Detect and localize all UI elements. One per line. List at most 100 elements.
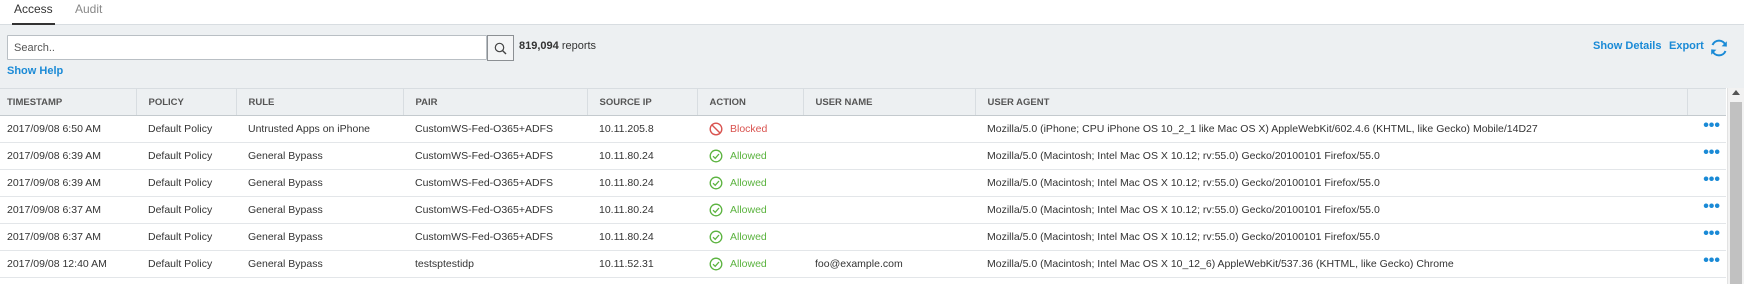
cell-policy: Default Policy xyxy=(136,115,236,143)
more-dots-icon: ••• xyxy=(1703,252,1720,269)
cell-source-ip: 10.11.80.24 xyxy=(587,196,697,224)
cell-user-name xyxy=(803,169,975,197)
cell-user-name xyxy=(803,115,975,143)
row-more-button[interactable]: ••• xyxy=(1687,250,1726,278)
cell-user-agent: Mozilla/5.0 (Macintosh; Intel Mac OS X 1… xyxy=(975,142,1687,170)
cell-user-name xyxy=(803,196,975,224)
action-label: Allowed xyxy=(730,177,767,189)
row-more-button[interactable]: ••• xyxy=(1687,196,1726,224)
cell-source-ip: 10.11.205.8 xyxy=(587,115,697,143)
column-header-pair[interactable]: PAIR xyxy=(403,88,588,116)
tab-bar: Access Audit xyxy=(0,0,1744,25)
tab-access[interactable]: Access xyxy=(12,0,55,25)
blocked-icon xyxy=(709,122,723,136)
more-dots-icon: ••• xyxy=(1703,225,1720,242)
report-count-suffix: reports xyxy=(558,40,597,52)
export-link[interactable]: Export xyxy=(1669,40,1704,52)
cell-timestamp: 2017/09/08 12:40 AM xyxy=(0,250,136,278)
cell-rule: General Bypass xyxy=(236,142,403,170)
cell-user-name: foo@example.com xyxy=(803,250,975,278)
cell-pair: CustomWS-Fed-O365+ADFS xyxy=(403,142,587,170)
row-more-button[interactable]: ••• xyxy=(1687,223,1726,251)
more-dots-icon: ••• xyxy=(1703,198,1720,215)
column-header-timestamp[interactable]: TIMESTAMP xyxy=(0,88,137,116)
allowed-check-icon xyxy=(709,257,723,271)
scroll-up-arrow-icon[interactable] xyxy=(1732,90,1740,95)
magnifier-icon xyxy=(494,42,507,54)
table-row[interactable]: 2017/09/08 6:37 AM Default Policy Genera… xyxy=(0,223,1726,251)
cell-action: Allowed xyxy=(697,196,803,224)
row-more-button[interactable]: ••• xyxy=(1687,115,1726,143)
search-button[interactable] xyxy=(487,35,514,61)
allowed-check-icon xyxy=(709,230,723,244)
cell-action: Allowed xyxy=(697,223,803,251)
column-header-policy[interactable]: POLICY xyxy=(136,88,237,116)
cell-policy: Default Policy xyxy=(136,223,236,251)
search-input[interactable] xyxy=(7,35,487,60)
allowed-check-icon xyxy=(709,149,723,163)
cell-user-agent: Mozilla/5.0 (iPhone; CPU iPhone OS 10_2_… xyxy=(975,115,1687,143)
show-details-link[interactable]: Show Details xyxy=(1593,40,1661,52)
cell-action: Allowed xyxy=(697,142,803,170)
refresh-icon[interactable] xyxy=(1708,37,1730,59)
cell-user-name xyxy=(803,223,975,251)
reports-table: TIMESTAMP POLICY RULE PAIR SOURCE IP ACT… xyxy=(0,88,1726,278)
toolbar: 819,094 reports Show Help Show Details E… xyxy=(0,25,1744,88)
cell-policy: Default Policy xyxy=(136,196,236,224)
cell-rule: General Bypass xyxy=(236,196,403,224)
cell-rule: General Bypass xyxy=(236,169,403,197)
action-label: Allowed xyxy=(730,150,767,162)
cell-policy: Default Policy xyxy=(136,142,236,170)
table-row[interactable]: 2017/09/08 12:40 AM Default Policy Gener… xyxy=(0,250,1726,278)
cell-source-ip: 10.11.80.24 xyxy=(587,223,697,251)
column-header-actions xyxy=(1687,88,1726,116)
show-help-link[interactable]: Show Help xyxy=(7,65,63,77)
action-label: Blocked xyxy=(730,123,768,135)
cell-timestamp: 2017/09/08 6:37 AM xyxy=(0,223,136,251)
table-row[interactable]: 2017/09/08 6:50 AM Default Policy Untrus… xyxy=(0,115,1726,143)
cell-pair: CustomWS-Fed-O365+ADFS xyxy=(403,115,587,143)
cell-pair: CustomWS-Fed-O365+ADFS xyxy=(403,196,587,224)
vertical-scrollbar[interactable] xyxy=(1727,88,1744,284)
table-row[interactable]: 2017/09/08 6:39 AM Default Policy Genera… xyxy=(0,142,1726,170)
cell-pair: testsptestidp xyxy=(403,250,587,278)
cell-pair: CustomWS-Fed-O365+ADFS xyxy=(403,223,587,251)
cell-timestamp: 2017/09/08 6:50 AM xyxy=(0,115,136,143)
cell-source-ip: 10.11.80.24 xyxy=(587,142,697,170)
cell-source-ip: 10.11.52.31 xyxy=(587,250,697,278)
cell-action: Allowed xyxy=(697,250,803,278)
table-row[interactable]: 2017/09/08 6:39 AM Default Policy Genera… xyxy=(0,169,1726,197)
action-label: Allowed xyxy=(730,231,767,243)
cell-rule: General Bypass xyxy=(236,223,403,251)
more-dots-icon: ••• xyxy=(1703,171,1720,188)
cell-user-agent: Mozilla/5.0 (Macintosh; Intel Mac OS X 1… xyxy=(975,169,1687,197)
scrollbar-thumb[interactable] xyxy=(1730,102,1742,284)
column-header-rule[interactable]: RULE xyxy=(236,88,404,116)
column-header-source-ip[interactable]: SOURCE IP xyxy=(587,88,698,116)
more-dots-icon: ••• xyxy=(1703,117,1720,134)
cell-source-ip: 10.11.80.24 xyxy=(587,169,697,197)
cell-rule: Untrusted Apps on iPhone xyxy=(236,115,403,143)
cell-policy: Default Policy xyxy=(136,250,236,278)
allowed-check-icon xyxy=(709,176,723,190)
column-header-user-agent[interactable]: USER AGENT xyxy=(975,88,1688,116)
report-count: 819,094 reports xyxy=(519,40,596,52)
cell-user-agent: Mozilla/5.0 (Macintosh; Intel Mac OS X 1… xyxy=(975,250,1687,278)
table-row[interactable]: 2017/09/08 6:37 AM Default Policy Genera… xyxy=(0,196,1726,224)
tab-audit[interactable]: Audit xyxy=(75,0,102,25)
table-header-row: TIMESTAMP POLICY RULE PAIR SOURCE IP ACT… xyxy=(0,88,1726,116)
allowed-check-icon xyxy=(709,203,723,217)
column-header-action[interactable]: ACTION xyxy=(697,88,804,116)
cell-timestamp: 2017/09/08 6:37 AM xyxy=(0,196,136,224)
cell-timestamp: 2017/09/08 6:39 AM xyxy=(0,169,136,197)
cell-policy: Default Policy xyxy=(136,169,236,197)
cell-action: Allowed xyxy=(697,169,803,197)
cell-user-agent: Mozilla/5.0 (Macintosh; Intel Mac OS X 1… xyxy=(975,223,1687,251)
cell-rule: General Bypass xyxy=(236,250,403,278)
cell-pair: CustomWS-Fed-O365+ADFS xyxy=(403,169,587,197)
row-more-button[interactable]: ••• xyxy=(1687,169,1726,197)
row-more-button[interactable]: ••• xyxy=(1687,142,1726,170)
cell-timestamp: 2017/09/08 6:39 AM xyxy=(0,142,136,170)
column-header-user-name[interactable]: USER NAME xyxy=(803,88,976,116)
action-label: Allowed xyxy=(730,204,767,216)
